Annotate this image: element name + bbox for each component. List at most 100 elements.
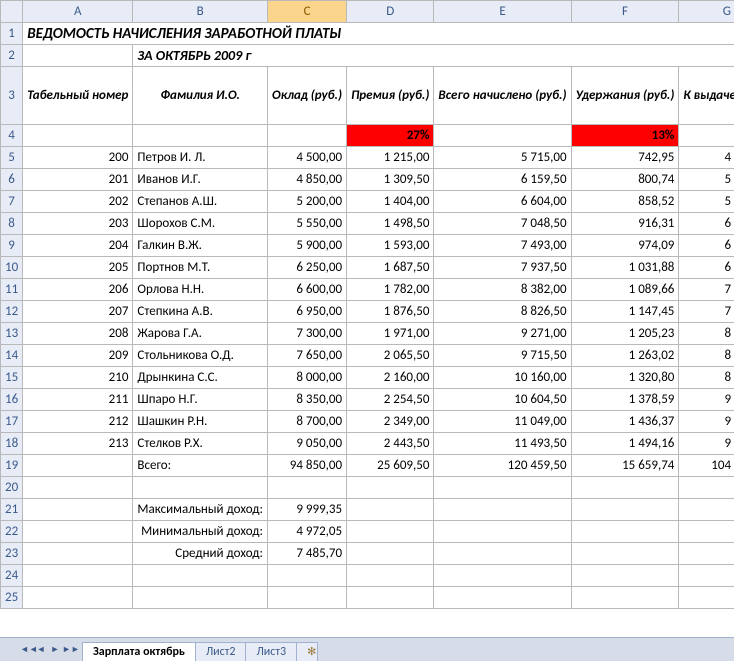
pay-cell[interactable]: 9 612,63 [679, 411, 734, 433]
total-cell[interactable]: 10 160,00 [434, 367, 571, 389]
salary-cell[interactable]: 5 550,00 [268, 213, 347, 235]
emp-number[interactable]: 201 [23, 169, 133, 191]
deduct-cell[interactable]: 916,31 [571, 213, 679, 235]
cell[interactable] [434, 543, 571, 565]
emp-number[interactable]: 203 [23, 213, 133, 235]
emp-number[interactable]: 200 [23, 147, 133, 169]
cell[interactable] [679, 125, 734, 147]
total-cell[interactable]: 8 382,00 [434, 279, 571, 301]
table-header-bonus[interactable]: Премия (руб.) [347, 67, 434, 125]
emp-name[interactable]: Галкин В.Ж. [133, 235, 268, 257]
cell[interactable] [268, 587, 347, 609]
select-all-cell[interactable] [1, 1, 23, 23]
cell[interactable] [23, 521, 133, 543]
table-header-name[interactable]: Фамилия И.О. [133, 67, 268, 125]
total-cell[interactable]: 8 826,50 [434, 301, 571, 323]
cell[interactable] [434, 499, 571, 521]
row-header[interactable]: 9 [1, 235, 23, 257]
emp-number[interactable]: 209 [23, 345, 133, 367]
deduct-cell[interactable]: 974,09 [571, 235, 679, 257]
col-header-D[interactable]: D [347, 1, 434, 23]
cell[interactable] [347, 543, 434, 565]
pay-cell[interactable]: 9 999,35 [679, 433, 734, 455]
emp-number[interactable]: 202 [23, 191, 133, 213]
emp-number[interactable]: 213 [23, 433, 133, 455]
pay-cell[interactable]: 6 518,91 [679, 235, 734, 257]
row-header[interactable]: 22 [1, 521, 23, 543]
row-header[interactable]: 11 [1, 279, 23, 301]
row-header[interactable]: 4 [1, 125, 23, 147]
cell[interactable] [434, 477, 571, 499]
salary-cell[interactable]: 7 300,00 [268, 323, 347, 345]
new-sheet-button[interactable]: ✻ [296, 642, 318, 661]
emp-name[interactable]: Шорохов С.М. [133, 213, 268, 235]
total-cell[interactable]: 5 715,00 [434, 147, 571, 169]
totals-pay[interactable]: 104 799,77 [679, 455, 734, 477]
deduct-cell[interactable]: 800,74 [571, 169, 679, 191]
deduct-cell[interactable]: 1 263,02 [571, 345, 679, 367]
table-header-num[interactable]: Табельный номер [23, 67, 133, 125]
emp-name[interactable]: Стелков Р.Х. [133, 433, 268, 455]
pay-cell[interactable]: 7 292,34 [679, 279, 734, 301]
row-header[interactable]: 17 [1, 411, 23, 433]
sheet-tab[interactable]: Лист2 [195, 642, 247, 661]
salary-cell[interactable]: 6 250,00 [268, 257, 347, 279]
deduct-cell[interactable]: 858,52 [571, 191, 679, 213]
row-header[interactable]: 14 [1, 345, 23, 367]
emp-name[interactable]: Петров И. Л. [133, 147, 268, 169]
cell[interactable] [679, 565, 734, 587]
row-header[interactable]: 23 [1, 543, 23, 565]
stat-label[interactable]: Средний доход: [133, 543, 268, 565]
emp-number[interactable]: 210 [23, 367, 133, 389]
cell[interactable] [23, 125, 133, 147]
cell[interactable] [434, 125, 571, 147]
bonus-cell[interactable]: 1 404,00 [347, 191, 434, 213]
bonus-cell[interactable]: 2 065,50 [347, 345, 434, 367]
salary-cell[interactable]: 9 050,00 [268, 433, 347, 455]
pay-cell[interactable]: 7 679,06 [679, 301, 734, 323]
cell[interactable] [679, 477, 734, 499]
cell[interactable] [347, 587, 434, 609]
total-cell[interactable]: 11 493,50 [434, 433, 571, 455]
table-header-pay[interactable]: К выдаче (руб.) [679, 67, 734, 125]
salary-cell[interactable]: 7 650,00 [268, 345, 347, 367]
cell[interactable] [571, 477, 679, 499]
bonus-cell[interactable]: 1 971,00 [347, 323, 434, 345]
cell[interactable] [571, 499, 679, 521]
deduct-cell[interactable]: 1 320,80 [571, 367, 679, 389]
bonus-cell[interactable]: 1 782,00 [347, 279, 434, 301]
emp-number[interactable]: 207 [23, 301, 133, 323]
stat-label[interactable]: Минимальный доход: [133, 521, 268, 543]
bonus-cell[interactable]: 1 215,00 [347, 147, 434, 169]
tab-next-icon[interactable]: ► [48, 642, 62, 658]
deduct-cell[interactable]: 1 031,88 [571, 257, 679, 279]
emp-number[interactable]: 211 [23, 389, 133, 411]
emp-name[interactable]: Портнов М.Т. [133, 257, 268, 279]
row-header[interactable]: 16 [1, 389, 23, 411]
deduct-cell[interactable]: 1 089,66 [571, 279, 679, 301]
cell[interactable] [571, 543, 679, 565]
emp-name[interactable]: Шпаро Н.Г. [133, 389, 268, 411]
row-header[interactable]: 3 [1, 67, 23, 125]
sheet-subtitle[interactable]: ЗА ОКТЯБРЬ 2009 г [133, 45, 734, 67]
col-header-E[interactable]: E [434, 1, 571, 23]
cell[interactable] [133, 565, 268, 587]
salary-cell[interactable]: 8 700,00 [268, 411, 347, 433]
totals-bonus[interactable]: 25 609,50 [347, 455, 434, 477]
cell[interactable] [268, 125, 347, 147]
salary-cell[interactable]: 6 600,00 [268, 279, 347, 301]
cell[interactable] [571, 587, 679, 609]
stat-value[interactable]: 7 485,70 [268, 543, 347, 565]
bonus-cell[interactable]: 1 309,50 [347, 169, 434, 191]
cell[interactable] [133, 125, 268, 147]
row-header[interactable]: 19 [1, 455, 23, 477]
cell[interactable] [434, 587, 571, 609]
pay-cell[interactable]: 6 905,63 [679, 257, 734, 279]
deduct-cell[interactable]: 1 147,45 [571, 301, 679, 323]
deduct-cell[interactable]: 1 436,37 [571, 411, 679, 433]
cell[interactable] [23, 477, 133, 499]
sheet-tab[interactable]: Лист3 [245, 642, 297, 661]
cell[interactable] [268, 565, 347, 587]
cell[interactable] [679, 587, 734, 609]
row-header[interactable]: 12 [1, 301, 23, 323]
